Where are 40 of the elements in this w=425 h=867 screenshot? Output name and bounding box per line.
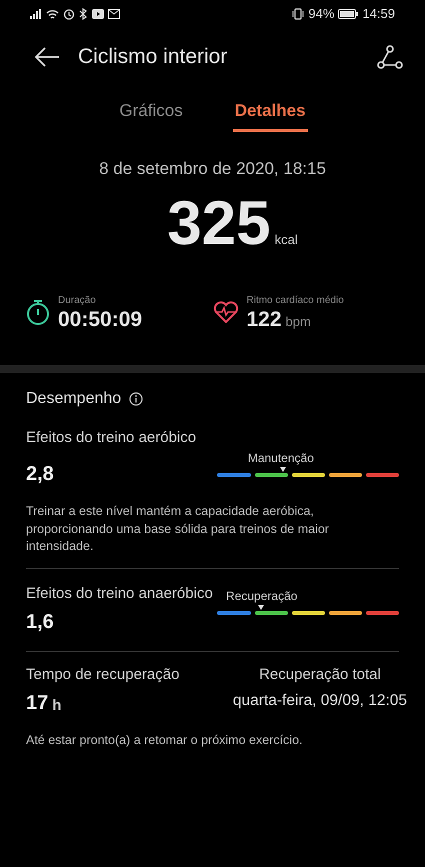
recovery-total-value: quarta-feira, 09/09, 12:05 [232,690,407,711]
stat-unit: bpm [286,312,311,331]
effect-title: Efeitos do treino aeróbico [26,429,198,448]
screen-title: Ciclismo interior [78,44,228,70]
recovery-note: Até estar pronto(a) a retomar o próximo exercício. [26,732,304,749]
workout-date: 8 de setembro de 2020, 18:15 [98,158,327,180]
stat-value: 122 [246,308,282,332]
recovery-value: 17 [26,690,48,716]
stat-value: 00:50:09 [58,308,142,332]
effect-value: 1,6 [26,610,55,635]
mail-icon [108,9,120,19]
section-title: Desempenho [26,389,122,410]
bluetooth-icon [79,8,88,20]
tab[interactable]: Detalhes [232,94,308,132]
tab[interactable]: Gráficos [117,94,185,132]
clock: 14:59 [362,5,395,24]
calories-value: 325 [167,193,271,255]
recovery-title: Tempo de recuperação [26,666,180,684]
stat-label: Ritmo cardíaco médio [246,294,344,308]
back-icon[interactable] [34,46,60,68]
effect-description: Treinar a este nível mantém a capacidade aeróbica, proporcionando uma base sólida para treinos de maior intensidade. [26,503,330,556]
heart-rate-icon [212,301,238,324]
scale-label: Manutenção [248,450,314,468]
signal-icon [30,9,42,19]
calories-unit: kcal [274,230,298,248]
share-icon[interactable] [377,45,403,69]
battery-icon [338,9,358,19]
stopwatch-icon [26,299,50,326]
recovery-total-label: Recuperação total [258,666,382,684]
scale-label: Recuperação [226,588,298,605]
effect-value: 2,8 [26,462,55,488]
battery-percent: 94% [308,5,334,24]
vibrate-icon [292,8,304,20]
wifi-icon [46,8,59,20]
alarm-icon [63,8,75,20]
video-icon [92,9,104,19]
effect-title: Efeitos do treino anaeróbico [26,584,214,603]
stat-label: Duração [58,294,97,308]
info-icon[interactable] [129,392,144,406]
recovery-unit: h [52,696,62,716]
